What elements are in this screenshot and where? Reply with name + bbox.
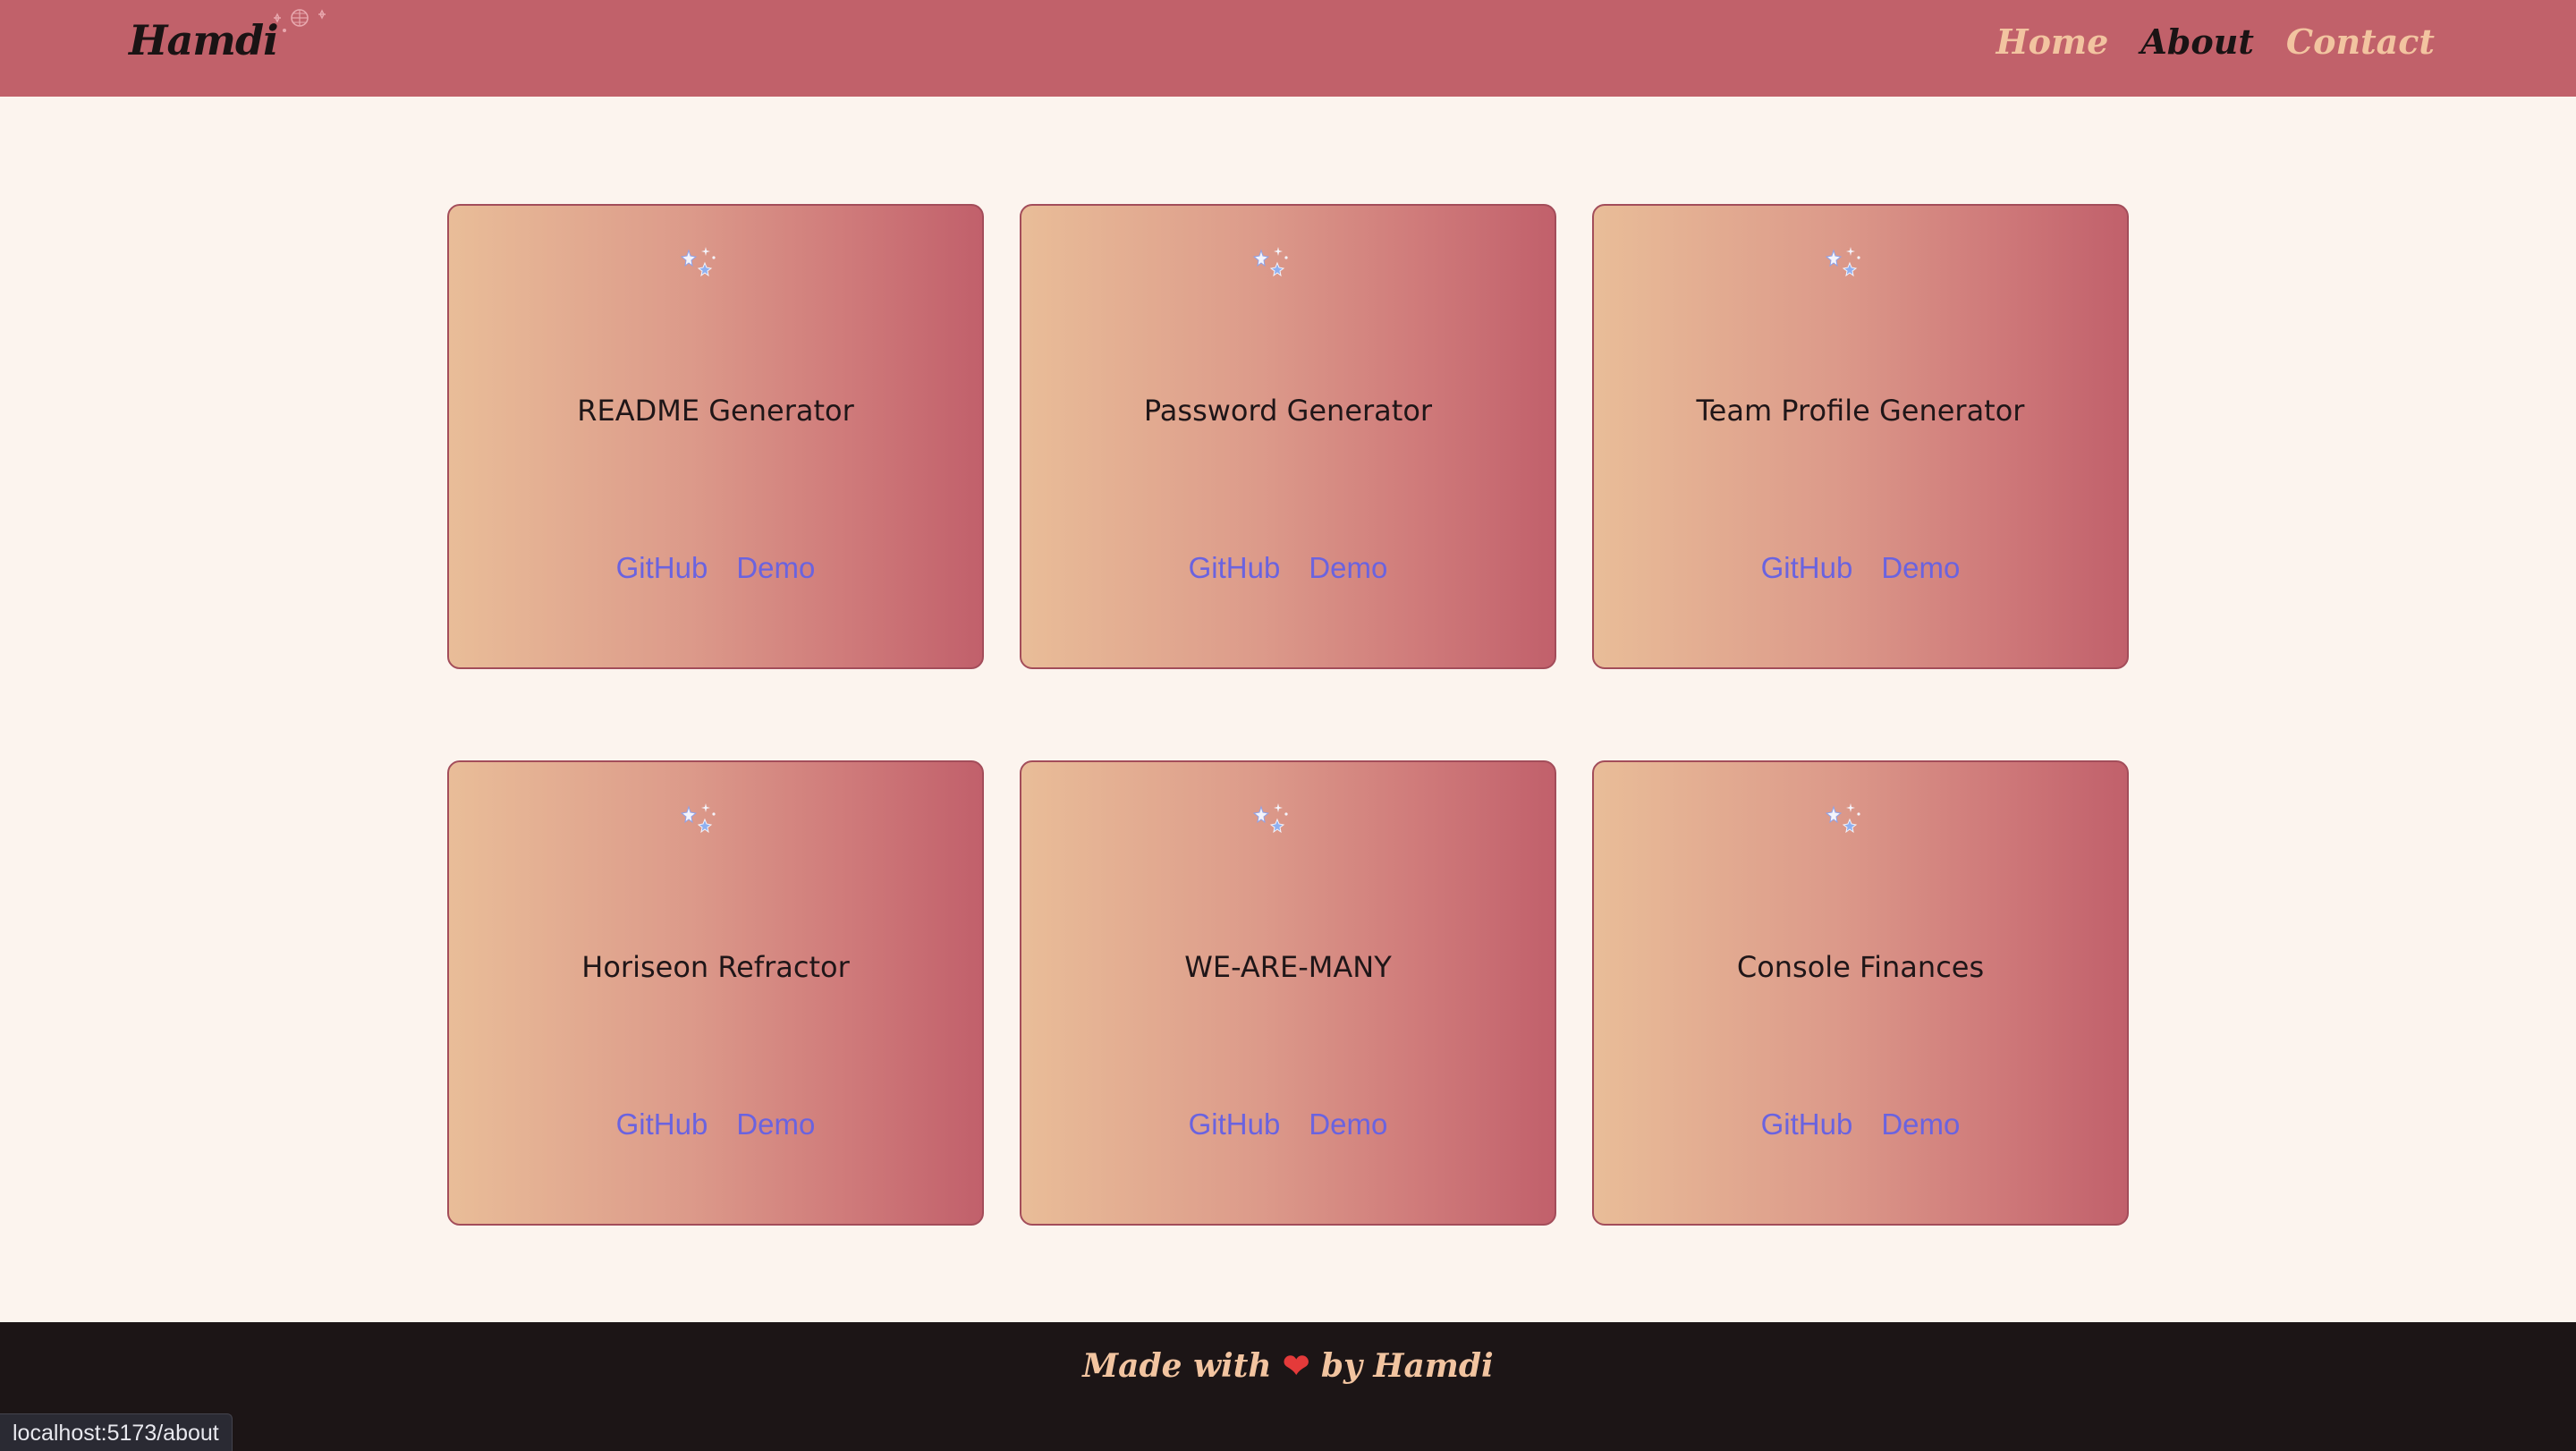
project-card: Team Profile Generator GitHub Demo bbox=[1592, 204, 2129, 669]
project-title: Console Finances bbox=[1736, 950, 1985, 984]
sparkles-icon bbox=[680, 247, 716, 277]
nav-links: Home About Contact bbox=[1996, 21, 2435, 62]
demo-link[interactable]: Demo bbox=[736, 551, 815, 585]
demo-link[interactable]: Demo bbox=[1881, 551, 1960, 585]
github-link[interactable]: GitHub bbox=[616, 551, 708, 585]
nav-link-home[interactable]: Home bbox=[1996, 21, 2109, 62]
navbar: Hamdi Home About Contact bbox=[0, 0, 2576, 97]
project-links: GitHub Demo bbox=[1021, 1107, 1555, 1141]
footer-text-after: by Hamdi bbox=[1320, 1347, 1494, 1385]
footer: Made with ❤ by Hamdi bbox=[0, 1322, 2576, 1451]
footer-text-before: Made with bbox=[1082, 1347, 1272, 1385]
nav-link-contact[interactable]: Contact bbox=[2286, 21, 2435, 62]
footer-credit: Made with ❤ by Hamdi bbox=[0, 1347, 2576, 1385]
github-link[interactable]: GitHub bbox=[1189, 551, 1281, 585]
github-link[interactable]: GitHub bbox=[1761, 551, 1853, 585]
project-title: WE-ARE-MANY bbox=[1184, 950, 1392, 984]
sparkles-icon bbox=[1252, 803, 1288, 834]
project-card: README Generator GitHub Demo bbox=[447, 204, 984, 669]
project-card: WE-ARE-MANY GitHub Demo bbox=[1020, 760, 1556, 1226]
nav-link-about[interactable]: About bbox=[2140, 21, 2254, 62]
brand-logo-link[interactable]: Hamdi bbox=[129, 16, 279, 64]
demo-link[interactable]: Demo bbox=[1881, 1107, 1960, 1141]
project-title: Horiseon Refractor bbox=[581, 950, 850, 984]
project-links: GitHub Demo bbox=[449, 1107, 982, 1141]
project-card: Console Finances GitHub Demo bbox=[1592, 760, 2129, 1226]
github-link[interactable]: GitHub bbox=[1761, 1107, 1853, 1141]
disco-ball-icon bbox=[274, 9, 326, 32]
project-title: README Generator bbox=[577, 394, 854, 428]
sparkles-icon bbox=[680, 803, 716, 834]
github-link[interactable]: GitHub bbox=[616, 1107, 708, 1141]
project-links: GitHub Demo bbox=[1594, 551, 2127, 585]
project-links: GitHub Demo bbox=[1594, 1107, 2127, 1141]
demo-link[interactable]: Demo bbox=[736, 1107, 815, 1141]
project-title: Team Profile Generator bbox=[1696, 394, 2025, 428]
project-title: Password Generator bbox=[1143, 394, 1433, 428]
project-card: Password Generator GitHub Demo bbox=[1020, 204, 1556, 669]
project-card: Horiseon Refractor GitHub Demo bbox=[447, 760, 984, 1226]
github-link[interactable]: GitHub bbox=[1189, 1107, 1281, 1141]
status-bar-url: localhost:5173/about bbox=[0, 1413, 233, 1451]
demo-link[interactable]: Demo bbox=[1309, 551, 1387, 585]
sparkles-icon bbox=[1252, 247, 1288, 277]
project-links: GitHub Demo bbox=[449, 551, 982, 585]
project-links: GitHub Demo bbox=[1021, 551, 1555, 585]
sparkles-icon bbox=[1825, 247, 1860, 277]
demo-link[interactable]: Demo bbox=[1309, 1107, 1387, 1141]
sparkles-icon bbox=[1825, 803, 1860, 834]
heart-icon: ❤ bbox=[1283, 1347, 1310, 1385]
